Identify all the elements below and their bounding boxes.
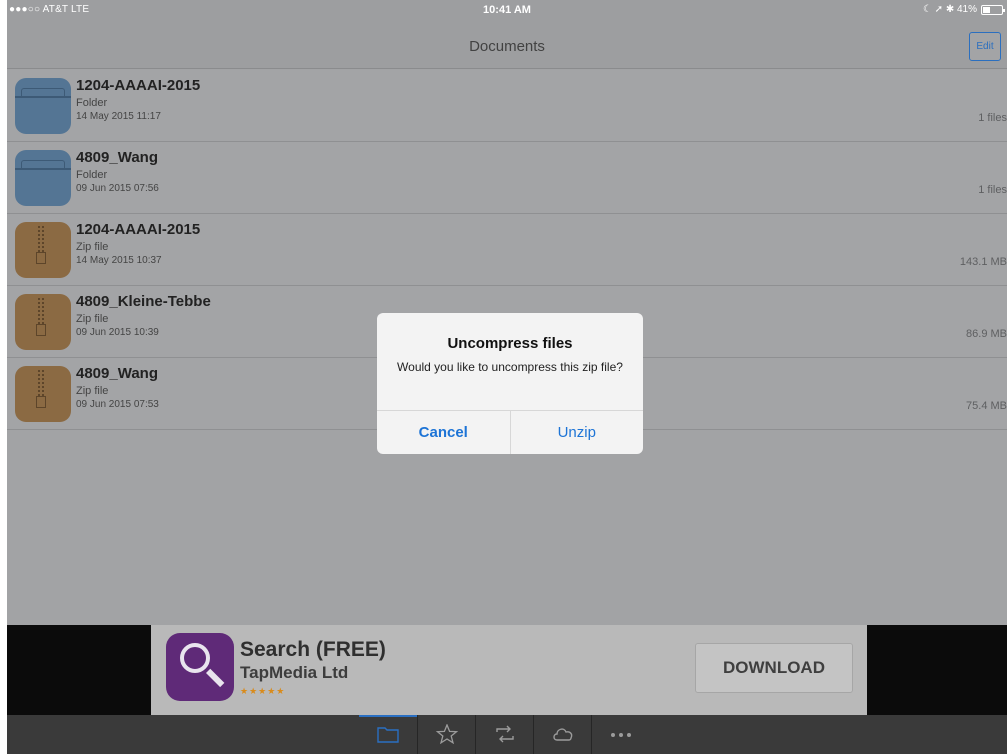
file-type: Folder [76,97,108,109]
tab-transfer[interactable] [475,715,533,754]
status-indicator-text: ☾ ➚ ✱ 41% [922,4,977,15]
file-type: Zip file [76,241,109,253]
uncompress-dialog: Uncompress files Would you like to uncom… [377,313,643,454]
tab-cloud[interactable] [533,715,591,754]
ad-banner: Search (FREE) TapMedia Ltd ★★★★★ DOWNLOA… [7,625,1007,715]
tab-bar [7,715,1007,754]
ad-content[interactable]: Search (FREE) TapMedia Ltd ★★★★★ DOWNLOA… [151,625,867,715]
folder-icon [15,150,71,206]
file-size: 1 files [978,112,1007,124]
file-name: 1204-AAAAI-2015 [76,221,201,238]
cancel-button[interactable]: Cancel [377,411,511,454]
file-name: 4809_Kleine-Tebbe [76,293,211,310]
file-name: 4809_Wang [76,149,158,166]
edit-button[interactable]: Edit [969,32,1001,61]
transfer-icon [496,725,514,743]
file-row[interactable]: 4809_Wang Folder 09 Jun 2015 07:56 1 fil… [7,142,1007,214]
dialog-message: Would you like to uncompress this zip fi… [397,360,623,374]
dialog-button-row: Cancel Unzip [377,410,643,454]
zip-file-icon [15,222,71,278]
zip-file-icon [15,366,71,422]
zip-file-icon [15,294,71,350]
file-row[interactable]: 1204-AAAAI-2015 Folder 14 May 2015 11:17… [7,70,1007,142]
more-icon [611,733,631,737]
file-type: Zip file [76,385,109,397]
folder-icon [15,78,71,134]
file-size: 86.9 MB [966,328,1007,340]
file-date: 14 May 2015 11:17 [76,111,161,122]
file-size: 1 files [978,184,1007,196]
star-icon [435,724,459,744]
status-bar: ●●●○○ AT&T LTE 10:41 AM ☾ ➚ ✱ 41% [7,0,1007,20]
download-button[interactable]: DOWNLOAD [695,643,853,693]
ad-app-title[interactable]: Search (FREE) [240,638,386,662]
file-type: Folder [76,169,108,181]
file-size: 75.4 MB [966,400,1007,412]
unzip-button[interactable]: Unzip [511,411,644,454]
file-date: 09 Jun 2015 07:56 [76,183,159,194]
dialog-title: Uncompress files [447,335,573,352]
file-name: 1204-AAAAI-2015 [76,77,201,94]
file-size: 143.1 MB [959,256,1007,268]
status-indicators: ☾ ➚ ✱ 41% [922,4,1005,15]
battery-icon [981,4,1005,15]
file-type: Zip file [76,313,109,325]
file-row[interactable]: 1204-AAAAI-2015 Zip file 14 May 2015 10:… [7,214,1007,286]
ad-rating-stars: ★★★★★ [240,686,286,696]
tab-documents[interactable] [359,715,417,754]
file-date: 09 Jun 2015 07:53 [76,399,159,410]
battery-fill [983,6,991,13]
tab-group [359,715,655,754]
navigation-bar: Documents Edit [7,20,1007,69]
file-name: 4809_Wang [76,365,158,382]
tab-favorites[interactable] [417,715,475,754]
folder-icon [377,727,399,743]
cloud-icon [553,728,573,741]
tab-more[interactable] [591,715,649,754]
clock-label: 10:41 AM [483,4,531,16]
file-date: 09 Jun 2015 10:39 [76,327,159,338]
magnifier-icon[interactable] [166,633,234,701]
ad-publisher: TapMedia Ltd [240,663,349,682]
ipad-screen: ●●●○○ AT&T LTE 10:41 AM ☾ ➚ ✱ 41% Docume… [7,0,1007,754]
file-date: 14 May 2015 10:37 [76,255,162,266]
page-title: Documents [469,38,545,55]
